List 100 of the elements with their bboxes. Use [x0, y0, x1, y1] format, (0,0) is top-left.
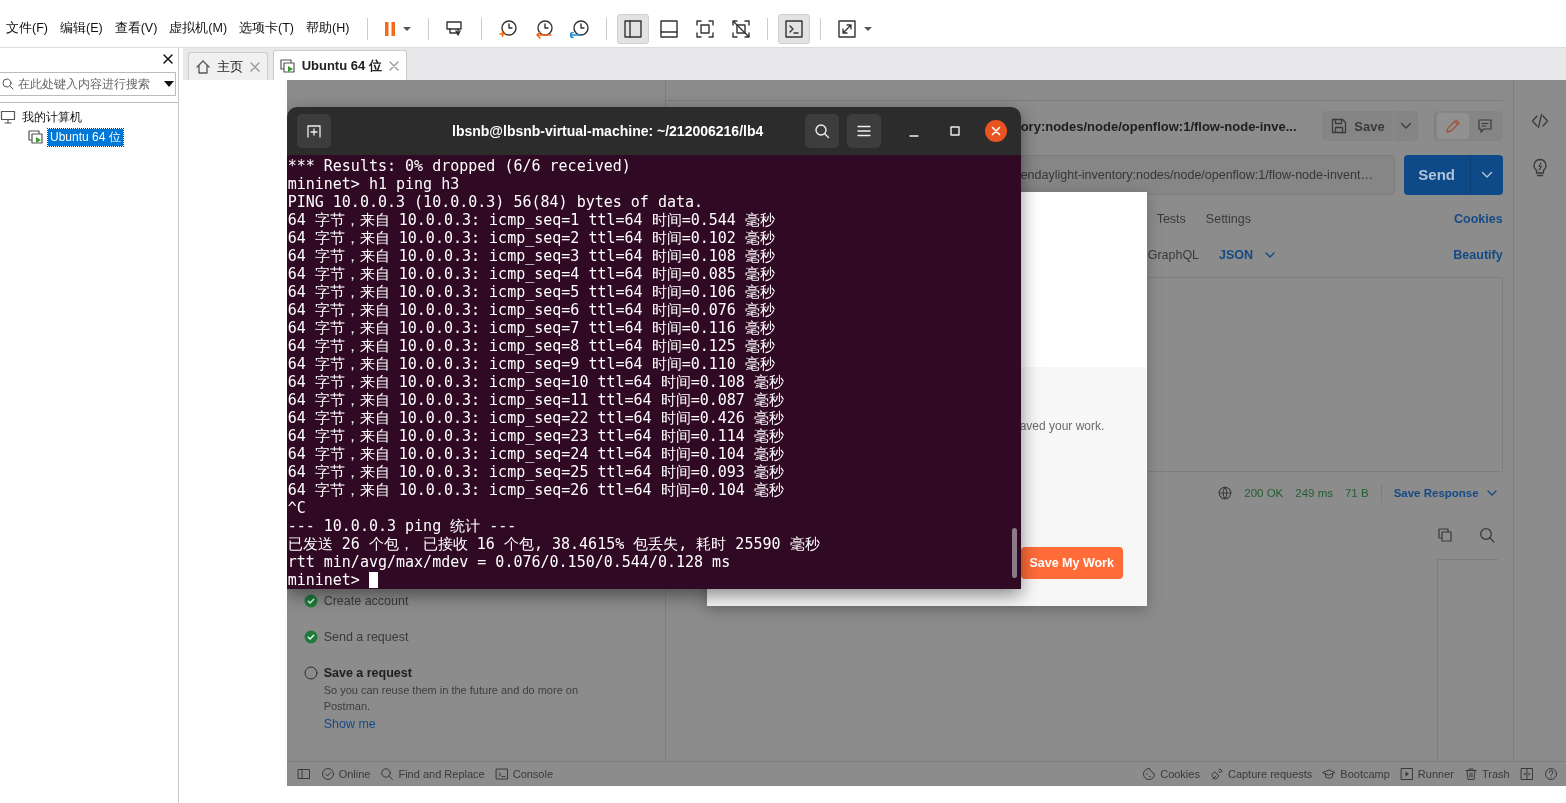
- check-circle-icon: [320, 767, 335, 781]
- new-tab-icon: [305, 123, 322, 139]
- status-button[interactable]: Find and Replace: [380, 767, 485, 781]
- response-size: 71 B: [1344, 487, 1369, 499]
- menu-item[interactable]: 选项卡(T): [233, 20, 301, 37]
- new-tab-button[interactable]: [296, 114, 331, 148]
- sidebar-icon[interactable]: [296, 767, 311, 781]
- lightbulb-icon[interactable]: [1530, 158, 1549, 178]
- terminal-line: 64 字节，来自 10.0.0.3: icmp_seq=8 ttl=64 时间=0.125 毫秒: [287, 337, 776, 355]
- tab[interactable]: Ubuntu 64 位: [272, 50, 407, 80]
- terminal-line: PING 10.0.0.3 (10.0.0.3) 56(84) bytes of data.: [287, 193, 705, 211]
- fullscreen-icon: [695, 18, 716, 39]
- terminal-line: 64 字节，来自 10.0.0.3: icmp_seq=5 ttl=64 时间=0.106 毫秒: [287, 283, 776, 301]
- clock-plus-icon: [498, 18, 519, 39]
- terminal-line: 64 字节，来自 10.0.0.3: icmp_seq=3 ttl=64 时间=0.108 毫秒: [287, 247, 776, 265]
- terminal-line: 64 字节，来自 10.0.0.3: icmp_seq=26 ttl=64 时间=0.104 毫秒: [287, 481, 785, 499]
- menu-button[interactable]: [846, 114, 881, 148]
- beautify-link[interactable]: Beautify: [1453, 248, 1503, 262]
- tab[interactable]: 主页: [187, 52, 268, 80]
- search-icon: [2, 78, 14, 90]
- menu-item[interactable]: 编辑(E): [53, 20, 109, 37]
- chevron-down-icon: [1265, 252, 1276, 258]
- chevron-down-icon: [1480, 171, 1493, 179]
- status-button[interactable]: Trash: [1463, 767, 1510, 781]
- sidebar-layout-icon: [623, 18, 644, 39]
- menu-item[interactable]: 查看(V): [108, 20, 164, 37]
- terminal-line: 64 字节，来自 10.0.0.3: icmp_seq=6 ttl=64 时间=0.076 毫秒: [287, 301, 776, 319]
- console-icon: [494, 767, 509, 781]
- minimize-icon: [908, 135, 919, 137]
- send-button[interactable]: Send: [1403, 155, 1503, 195]
- show-me-link[interactable]: Show me: [323, 717, 376, 731]
- search-icon: [380, 767, 395, 781]
- comment-icon: [1475, 117, 1494, 135]
- caret-icon[interactable]: [162, 80, 175, 88]
- computer-icon: [0, 109, 16, 125]
- copy-icon[interactable]: [1436, 527, 1453, 543]
- checklist-item: Send a request: [323, 630, 409, 645]
- menu-item[interactable]: 帮助(H): [300, 20, 356, 37]
- graduation-cap-icon: [1322, 767, 1337, 781]
- terminal-line: 64 字节，来自 10.0.0.3: icmp_seq=23 ttl=64 时间=0.114 毫秒: [287, 427, 785, 445]
- status-button[interactable]: Runner: [1399, 767, 1454, 781]
- play-square-icon: [1399, 767, 1414, 781]
- window-title: lbsnb@lbsnb-virtual-machine: ~/212006216/lb4: [451, 123, 765, 139]
- status-button[interactable]: Console: [494, 767, 554, 781]
- menu-item[interactable]: 文件(F): [0, 20, 54, 37]
- chevron-down-icon: [1486, 490, 1497, 496]
- terminal-prompt: mininet>: [287, 571, 361, 589]
- status-button[interactable]: Bootcamp: [1322, 767, 1390, 781]
- terminal-line: *** Results: 0% dropped (6/6 received): [287, 157, 632, 175]
- code-icon[interactable]: [1530, 112, 1549, 130]
- request-title: ory:nodes/node/openflow:1/flow-node-inve...: [1020, 118, 1298, 134]
- close-icon[interactable]: [161, 53, 174, 65]
- search-icon[interactable]: [1478, 527, 1495, 543]
- maximize-icon: [948, 125, 961, 137]
- request-tab[interactable]: Settings: [1205, 212, 1251, 226]
- menu-icon: [856, 125, 871, 137]
- search-field[interactable]: 在此处键入内容进行搜索: [0, 72, 176, 96]
- search-button[interactable]: [804, 114, 839, 148]
- url-field[interactable]: endaylight-inventory:nodes/node/openflow:1/flow-node-invent…: [1018, 155, 1395, 195]
- terminal-line: 64 字节，来自 10.0.0.3: icmp_seq=11 ttl=64 时间=0.087 毫秒: [287, 391, 785, 409]
- terminal-line: 64 字节，来自 10.0.0.3: icmp_seq=25 ttl=64 时间=0.093 毫秒: [287, 463, 785, 481]
- save-my-work-button[interactable]: Save My Work: [1020, 547, 1123, 579]
- scrollbar[interactable]: [1011, 528, 1017, 578]
- save-response-button[interactable]: Save Response: [1393, 487, 1497, 499]
- status-button[interactable]: Cookies: [1142, 767, 1200, 781]
- checklist-description: So you can reuse them in the future and do more on Postman.: [323, 683, 580, 714]
- format-dropdown[interactable]: JSON: [1219, 248, 1276, 262]
- caret-icon: [863, 25, 874, 32]
- terminal-line: 64 字节，来自 10.0.0.3: icmp_seq=22 ttl=64 时间=0.426 毫秒: [287, 409, 785, 427]
- terminal-line: 64 字节，来自 10.0.0.3: icmp_seq=1 ttl=64 时间=0.544 毫秒: [287, 211, 776, 229]
- help-icon[interactable]: [1543, 767, 1558, 781]
- satellite-icon: [1209, 767, 1224, 781]
- save-button[interactable]: Save: [1322, 111, 1393, 141]
- caret-icon: [402, 25, 413, 32]
- clock-wrench-icon: [570, 18, 591, 39]
- trash-icon: [1463, 767, 1478, 781]
- chevron-down-icon: [1399, 122, 1412, 130]
- tree-item[interactable]: Ubuntu 64 位: [48, 128, 123, 146]
- two-pane-icon[interactable]: [1519, 767, 1534, 781]
- crossed-frame-icon: [731, 18, 752, 39]
- request-tab[interactable]: Tests: [1156, 212, 1186, 226]
- terminal-line: rtt min/avg/max/mdev = 0.076/0.150/0.544/0.128 ms: [287, 553, 732, 571]
- terminal-line: 已发送 26 个包， 已接收 16 个包, 38.4615% 包丢失, 耗时 25590 毫秒: [287, 535, 821, 553]
- terminal-line: 64 字节，来自 10.0.0.3: icmp_seq=7 ttl=64 时间=0.116 毫秒: [287, 319, 776, 337]
- library-view-button[interactable]: [617, 13, 650, 44]
- status-button[interactable]: Online: [320, 767, 371, 781]
- status-button[interactable]: Capture requests: [1209, 767, 1313, 781]
- console-view-button[interactable]: [778, 13, 811, 44]
- cookie-icon: [1142, 767, 1157, 781]
- terminal-line: --- 10.0.0.3 ping 统计 ---: [287, 517, 518, 535]
- vm-icon: [279, 57, 296, 74]
- body-type-option[interactable]: GraphQL: [1147, 248, 1200, 262]
- terminal-line: 64 字节，来自 10.0.0.3: icmp_seq=4 ttl=64 时间=0.085 毫秒: [287, 265, 776, 283]
- checklist-item: Save a request: [323, 666, 413, 681]
- cookies-link[interactable]: Cookies: [1454, 212, 1503, 226]
- menu-item[interactable]: 虚拟机(M): [163, 20, 234, 37]
- globe-icon: [1218, 486, 1233, 500]
- tree-item[interactable]: 我的计算机: [20, 108, 84, 126]
- terminal-line: mininet> h1 ping h3: [287, 175, 461, 193]
- checklist-item: Create account: [323, 594, 409, 609]
